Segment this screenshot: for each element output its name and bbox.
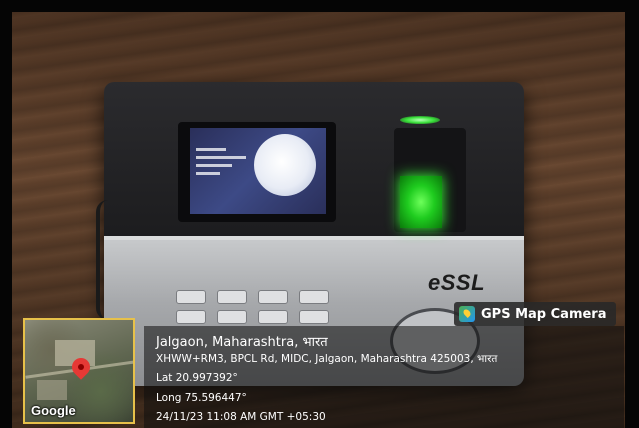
screen-face-image [254, 134, 316, 196]
fingerprint-sensor [400, 176, 442, 228]
timestamp-text: 24/11/23 11:08 AM GMT +05:30 [156, 411, 326, 423]
location-title: Jalgaon, Maharashtra, भारत [156, 335, 328, 350]
latitude-text: Lat 20.997392° [156, 372, 238, 384]
status-led [400, 116, 440, 124]
screen-text-lines [196, 148, 252, 180]
keypad-key [176, 310, 206, 324]
map-thumbnail: Google [23, 318, 135, 424]
left-frame-edge [0, 0, 12, 428]
longitude-text: Long 75.596447° [156, 392, 247, 404]
keypad-key [299, 310, 329, 324]
google-logo: Google [31, 403, 76, 418]
device-panel-edge [104, 236, 524, 240]
gps-map-camera-icon [459, 306, 475, 322]
keypad-key [299, 290, 329, 304]
keypad-key [217, 310, 247, 324]
location-address: XHWW+RM3, BPCL Rd, MIDC, Jalgaon, Mahara… [156, 353, 498, 365]
device-brand-logo: eSSL [428, 270, 486, 295]
right-frame-edge [625, 0, 639, 428]
keypad-key [258, 290, 288, 304]
badge-label: GPS Map Camera [481, 306, 607, 322]
keypad-key [258, 310, 288, 324]
map-building [37, 380, 67, 400]
device-screen [190, 128, 326, 214]
gps-map-camera-badge: GPS Map Camera [454, 302, 616, 326]
device-cable [96, 200, 110, 320]
top-frame-edge [0, 0, 639, 12]
keypad-key [217, 290, 247, 304]
keypad-key [176, 290, 206, 304]
